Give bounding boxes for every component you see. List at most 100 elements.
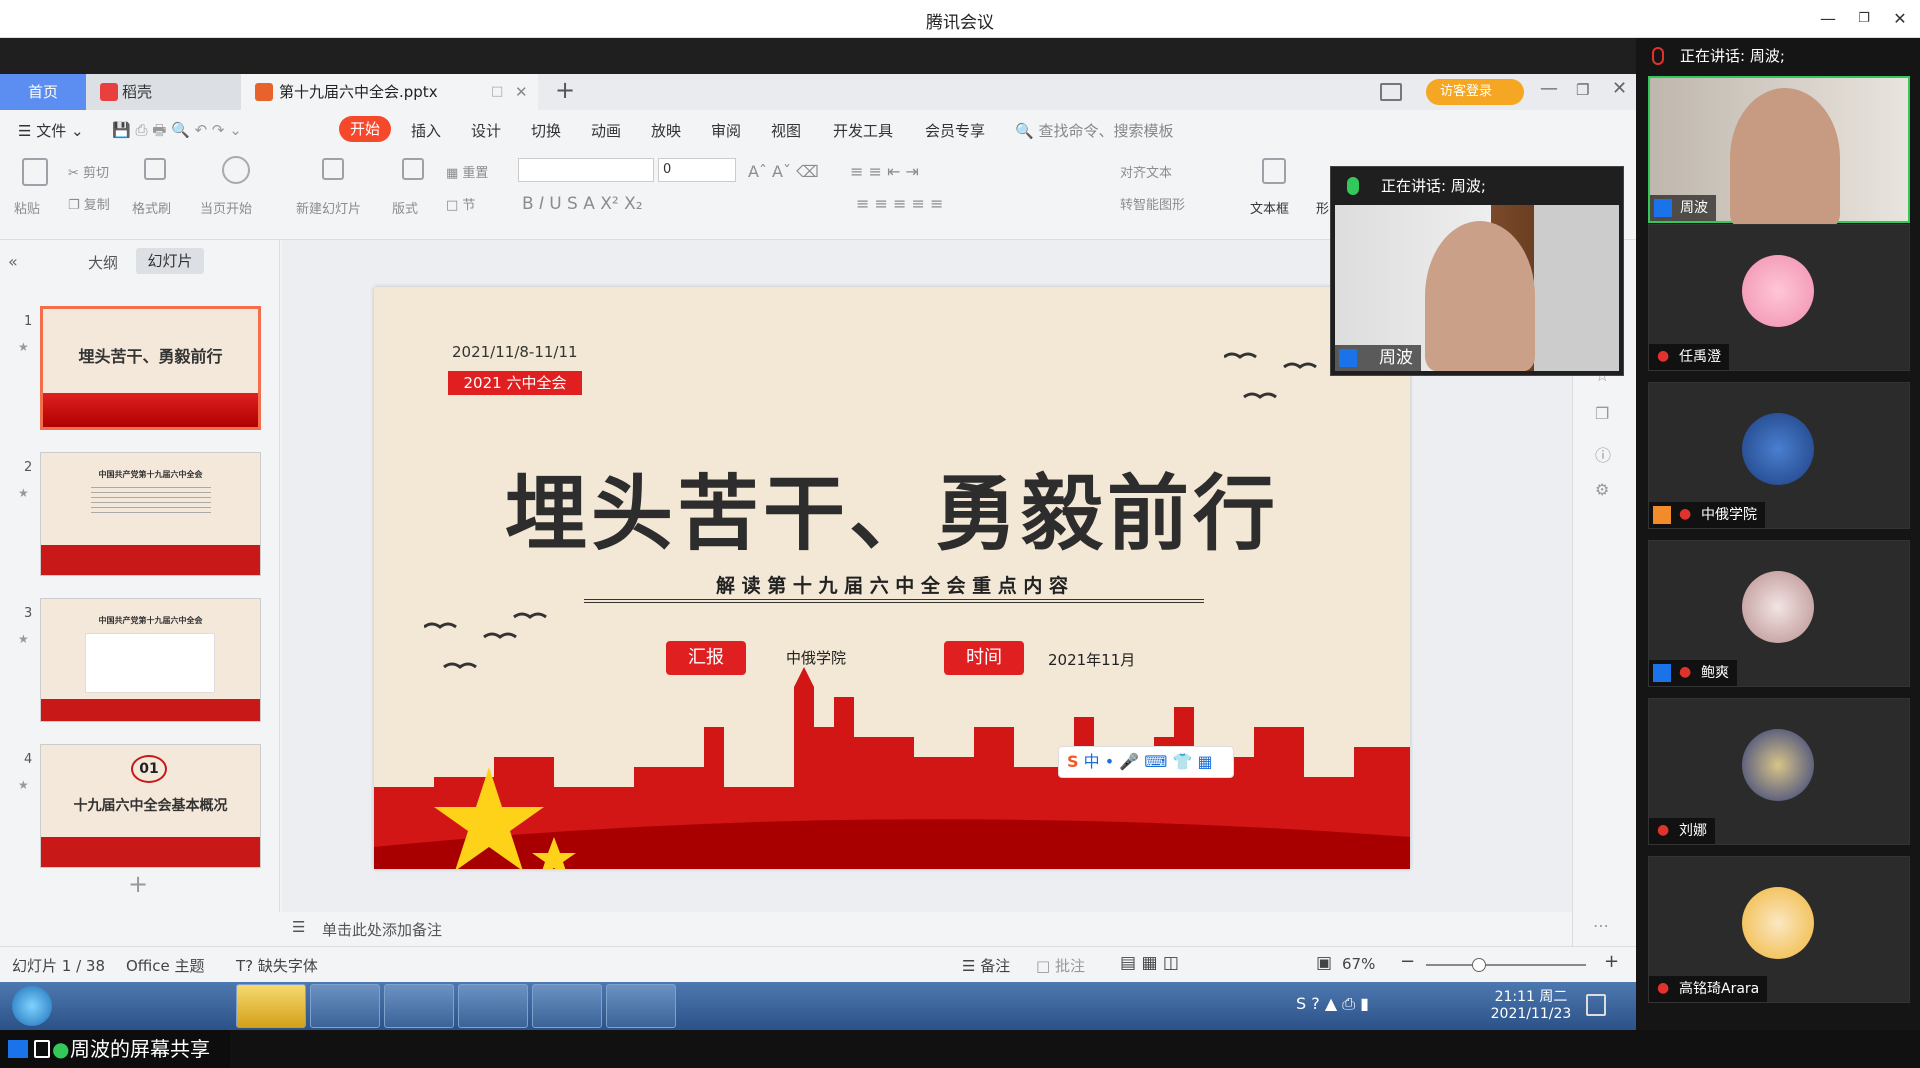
tab-pptx-file[interactable]: 第十九届六中全会.pptx □ ✕ — [241, 74, 538, 110]
new-tab-icon[interactable]: + — [555, 76, 575, 104]
collapse-panel-icon[interactable]: « — [8, 252, 18, 271]
zoom-slider[interactable] — [1426, 964, 1586, 966]
visitor-login-button[interactable]: 访客登录 — [1426, 79, 1524, 105]
new-slide-icon[interactable] — [322, 158, 344, 180]
participant-tile[interactable]: 刘娜 ● — [1648, 698, 1910, 845]
format-painter-button[interactable]: 格式刷 — [132, 198, 171, 217]
zoom-out-icon[interactable]: − — [1400, 951, 1415, 972]
view-mode-icons[interactable]: ▤ ▦ ◫ — [1120, 953, 1179, 973]
section-button[interactable]: □ 节 — [446, 194, 475, 213]
action-center-icon[interactable] — [1586, 994, 1606, 1016]
notes-bar[interactable]: ☰ 单击此处添加备注 — [282, 912, 1572, 946]
slide-thumb-2[interactable]: 中国共产党第十九届六中全会 — [40, 452, 261, 576]
wps-restore-icon[interactable]: ❐ — [1576, 81, 1589, 99]
menu-animation[interactable]: 动画 — [591, 120, 621, 141]
app-plus-icon[interactable] — [310, 984, 380, 1028]
fit-window-icon[interactable]: ▣ — [1316, 953, 1332, 973]
textbox-button[interactable]: 文本框 — [1250, 198, 1289, 217]
layout-button[interactable]: 版式 — [392, 198, 418, 217]
font-grow-icons[interactable]: Aˆ Aˇ ⌫ — [748, 162, 819, 181]
menu-insert[interactable]: 插入 — [411, 120, 441, 141]
workspace-icon[interactable] — [1380, 83, 1402, 101]
tab-daoke[interactable]: 稻壳 — [86, 74, 241, 110]
more-icon[interactable]: ⋯ — [1593, 916, 1609, 935]
menu-review[interactable]: 审阅 — [711, 120, 741, 141]
float-tab-icon[interactable]: □ — [491, 74, 503, 110]
wps-minimize-icon[interactable]: — — [1540, 78, 1558, 99]
outline-tab[interactable]: 大纲 — [88, 252, 118, 273]
floating-speaker-video[interactable]: 正在讲话: 周波; 周波 — [1330, 166, 1624, 376]
cut-button[interactable]: ✂ 剪切 — [68, 162, 109, 181]
minimize-icon[interactable]: — — [1818, 9, 1838, 29]
thumb-skyline — [41, 837, 260, 867]
notes-placeholder[interactable]: 单击此处添加备注 — [322, 919, 442, 940]
ppt-app-icon[interactable] — [458, 984, 528, 1028]
ime-toolbar[interactable]: S 中 • 🎤 ⌨ 👕 ▦ — [1058, 746, 1234, 778]
browser-icon[interactable] — [384, 984, 454, 1028]
align-text-button[interactable]: 对齐文本 — [1120, 162, 1172, 181]
slide-thumb-1[interactable]: 埋头苦干、勇毅前行 — [40, 306, 261, 430]
tencent-meeting-icon[interactable] — [532, 984, 602, 1028]
menu-transition[interactable]: 切换 — [531, 120, 561, 141]
zoom-in-icon[interactable]: + — [1604, 951, 1619, 972]
menu-start[interactable]: 开始 — [339, 116, 391, 142]
align-icons[interactable]: ≡ ≡ ≡ ≡ ≡ — [856, 194, 943, 213]
participant-tile[interactable]: 鲍爽 ● — [1648, 540, 1910, 687]
close-icon[interactable]: ✕ — [1890, 9, 1910, 29]
slides-tab[interactable]: 幻灯片 — [136, 248, 204, 274]
zoom-slider-handle[interactable] — [1472, 958, 1486, 972]
help-icon[interactable]: ⓘ — [1595, 442, 1611, 466]
wps-close-icon[interactable]: ✕ — [1612, 78, 1627, 99]
quick-access-icons[interactable]: 💾 ⎙ 🖶 🔍 ↶ ↷ ⌄ — [112, 120, 242, 145]
format-painter-icon[interactable] — [144, 158, 166, 180]
paste-button[interactable]: 粘贴 — [14, 198, 40, 217]
layout-icon[interactable] — [402, 158, 424, 180]
daoke-icon — [100, 83, 118, 101]
menu-member[interactable]: 会员专享 — [925, 120, 985, 141]
start-orb-icon[interactable] — [12, 986, 52, 1026]
participant-tile[interactable]: 中俄学院 ● — [1648, 382, 1910, 529]
restore-icon[interactable]: ❐ — [1854, 9, 1874, 29]
copy-button[interactable]: ❐ 复制 — [68, 194, 110, 213]
font-name-select[interactable] — [518, 158, 654, 182]
smart-art-button[interactable]: 转智能图形 — [1120, 194, 1185, 213]
list-icons[interactable]: ≡ ≡ ⇤ ⇥ — [850, 162, 919, 181]
theme-name[interactable]: Office 主题 — [126, 955, 205, 976]
font-style-icons[interactable]: B 𝐼 U S A X² X₂ — [522, 194, 643, 214]
font-size-select[interactable]: 0 — [658, 158, 736, 182]
slide-1[interactable]: 2021/11/8-11/11 2021 六中全会 埋头苦干、勇毅前行 解 读 … — [374, 287, 1410, 869]
textbox-icon[interactable] — [1262, 158, 1286, 184]
paste-icon[interactable] — [22, 158, 48, 186]
wechat-icon[interactable] — [236, 984, 306, 1028]
add-slide-icon[interactable]: + — [128, 870, 148, 898]
tray-icons[interactable]: S ? ▲ ⎙ ▮ — [1296, 994, 1369, 1014]
menu-view[interactable]: 视图 — [771, 120, 801, 141]
participant-tile[interactable]: 周波 — [1648, 76, 1910, 228]
user-icon — [1654, 199, 1672, 217]
participant-tile[interactable]: 高铭琦Arara ● — [1648, 856, 1910, 1003]
shape-button[interactable]: 形 — [1316, 198, 1329, 217]
menu-slideshow[interactable]: 放映 — [651, 120, 681, 141]
menu-developer[interactable]: 开发工具 — [833, 120, 893, 141]
from-current-button[interactable]: 当页开始 — [200, 198, 252, 217]
reset-button[interactable]: ▦ 重置 — [446, 162, 488, 181]
menu-design[interactable]: 设计 — [471, 120, 501, 141]
missing-font-button[interactable]: T? 缺失字体 — [236, 955, 318, 976]
wps-app-icon[interactable] — [606, 984, 676, 1028]
notes-toggle[interactable]: ☰ 备注 — [962, 955, 1010, 976]
zoom-level[interactable]: 67% — [1342, 955, 1375, 973]
comments-toggle[interactable]: □ 批注 — [1036, 955, 1085, 976]
slide-thumb-4[interactable]: 01 十九届六中全会基本概况 — [40, 744, 261, 868]
new-slide-button[interactable]: 新建幻灯片 — [296, 198, 361, 217]
settings-icon[interactable]: ⚙ — [1595, 480, 1609, 499]
user-icon — [8, 1040, 28, 1058]
thumb-text-lines — [91, 487, 211, 517]
file-menu[interactable]: ☰ 文件 ⌄ — [18, 120, 84, 141]
command-search[interactable]: 🔍 查找命令、搜索模板 — [1015, 120, 1173, 141]
play-icon[interactable] — [222, 156, 250, 184]
slide-thumb-3[interactable]: 中国共产党第十九届六中全会 — [40, 598, 261, 722]
tab-home[interactable]: 首页 — [0, 74, 86, 110]
copy-panel-icon[interactable]: ❐ — [1595, 404, 1609, 423]
close-tab-icon[interactable]: ✕ — [515, 74, 528, 110]
participant-tile[interactable]: 任禹澄 ● — [1648, 224, 1910, 371]
